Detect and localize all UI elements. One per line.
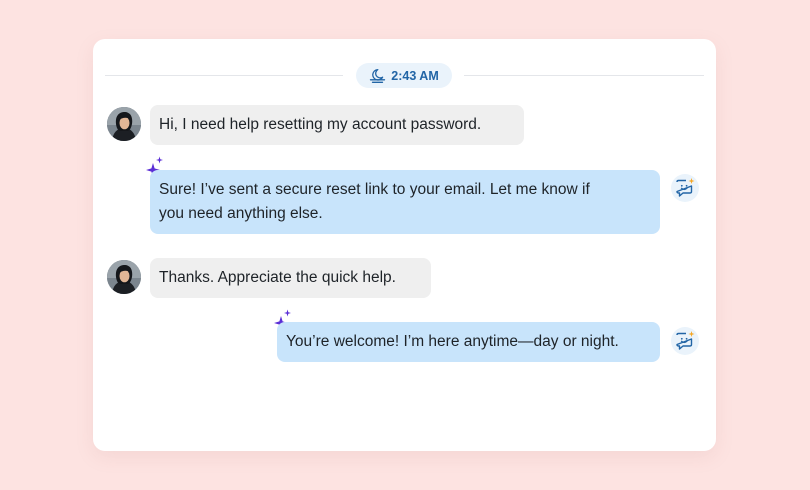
bot-message-bubble: Sure! I’ve sent a secure reset link to y… xyxy=(150,170,660,234)
bot-message-bubble: You’re welcome! I’m here anytime—day or … xyxy=(277,322,660,362)
user-message-bubble: Hi, I need help resetting my account pas… xyxy=(150,105,524,145)
chatbot-icon xyxy=(676,178,695,197)
message-text: Thanks. Appreciate the quick help. xyxy=(159,269,396,286)
message-text: You’re welcome! I’m here anytime—day or … xyxy=(286,333,619,350)
message-text-line-2: you need anything else. xyxy=(159,205,323,222)
chat-card: 2:43 AM Hi, I need help resetting my acc… xyxy=(93,39,716,451)
timestamp-text: 2:43 AM xyxy=(391,68,439,83)
chatbot-icon xyxy=(676,331,695,350)
bot-avatar-badge xyxy=(671,327,699,355)
timestamp-pill: 2:43 AM xyxy=(356,63,452,88)
message-text-line-1: Sure! I’ve sent a secure reset link to y… xyxy=(159,181,590,198)
moon-horizon-icon xyxy=(369,68,386,84)
user-avatar xyxy=(107,260,141,294)
user-message-bubble: Thanks. Appreciate the quick help. xyxy=(150,258,431,298)
message-text: Hi, I need help resetting my account pas… xyxy=(159,116,482,133)
user-avatar xyxy=(107,107,141,141)
divider-line-left xyxy=(105,75,343,76)
bot-avatar-badge xyxy=(671,174,699,202)
divider-line-right xyxy=(464,75,704,76)
